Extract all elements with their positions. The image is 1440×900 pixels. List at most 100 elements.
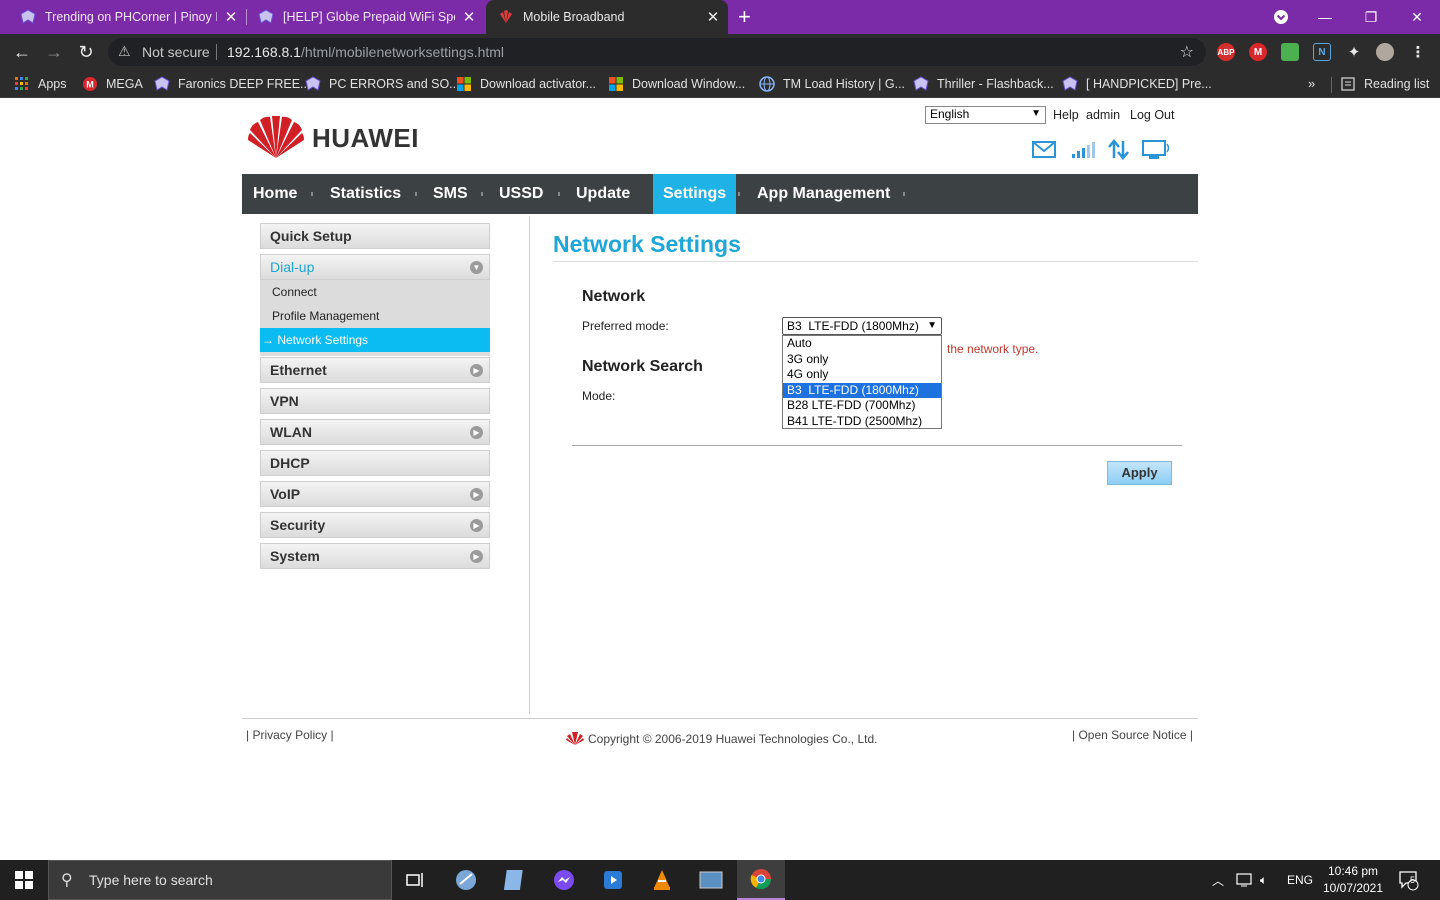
- tab-phcorner[interactable]: Trending on PHCorner | Pinoy Int ✕: [0, 0, 246, 34]
- volume-icon[interactable]: 🔈︎: [1260, 860, 1267, 900]
- url-host: 192.168.8.1: [227, 44, 301, 60]
- chevron-right-icon: ▶: [470, 426, 483, 439]
- option-b3-lte-fdd[interactable]: B3 LTE-FDD (1800Mhz): [783, 382, 941, 398]
- sidebar-item-quick-setup[interactable]: Quick Setup: [260, 223, 490, 249]
- sidebar-item-voip[interactable]: VoIP ▶: [260, 481, 490, 507]
- bookmark-faronics[interactable]: Faronics DEEP FREE...: [154, 70, 310, 98]
- sidebar-item-system[interactable]: System ▶: [260, 543, 490, 569]
- sidebar-item-label: Security: [270, 517, 326, 533]
- app-pinned-1-icon[interactable]: [442, 860, 490, 900]
- nav-app-management[interactable]: App Management: [747, 174, 900, 214]
- adblock-plus-icon[interactable]: ABP: [1217, 43, 1235, 61]
- help-link[interactable]: Help: [1053, 108, 1079, 122]
- task-view-icon[interactable]: [392, 860, 440, 900]
- close-tab-icon[interactable]: ✕: [223, 8, 239, 26]
- bookmark-download-window[interactable]: Download Window...: [608, 70, 745, 98]
- url-text[interactable]: 192.168.8.1/html/mobilenetworksettings.h…: [227, 44, 504, 60]
- vlc-icon[interactable]: [638, 860, 686, 900]
- nav-statistics[interactable]: Statistics: [320, 174, 411, 214]
- nav-sms[interactable]: SMS: [423, 174, 478, 214]
- option-b28-lte-fdd[interactable]: B28 LTE-FDD (700Mhz): [783, 398, 941, 414]
- language-select[interactable]: English ▼: [925, 106, 1046, 124]
- minimize-icon[interactable]: —: [1302, 0, 1348, 34]
- apply-button[interactable]: Apply: [1107, 461, 1172, 485]
- notifications-icon[interactable]: 5: [1398, 860, 1420, 900]
- nav-ussd[interactable]: USSD: [489, 174, 553, 214]
- close-tab-icon[interactable]: ✕: [461, 8, 477, 26]
- extensions-puzzle-icon[interactable]: ✦: [1345, 43, 1363, 61]
- mega-extension-icon[interactable]: M: [1249, 43, 1267, 61]
- bookmark-tm-load[interactable]: TM Load History | G...: [759, 70, 905, 98]
- close-tab-icon[interactable]: ✕: [705, 8, 721, 26]
- data-transfer-icon: [1108, 139, 1129, 160]
- option-auto[interactable]: Auto: [783, 336, 941, 352]
- browser-toolbar: ← → ↻ ⚠ Not secure 192.168.8.1/html/mobi…: [0, 34, 1440, 70]
- sidebar-item-dial-up[interactable]: Dial-up ▼: [260, 254, 490, 280]
- system-clock[interactable]: 10:46 pm 10/07/2021: [1318, 863, 1388, 897]
- bookmark-download-activator[interactable]: Download activator...: [456, 70, 596, 98]
- more-bookmarks-chevron-icon[interactable]: »: [1308, 76, 1315, 91]
- tab-mobile-broadband[interactable]: Mobile Broadband ✕: [486, 0, 728, 34]
- input-language[interactable]: ENG: [1287, 860, 1313, 900]
- main-navigation: Home Statistics SMS USSD Update Settings…: [242, 174, 1198, 214]
- address-bar[interactable]: ⚠ Not secure 192.168.8.1/html/mobilenetw…: [108, 38, 1206, 66]
- option-b41-lte-tdd[interactable]: B41 LTE-TDD (2500Mhz): [783, 414, 941, 430]
- sidebar-item-security[interactable]: Security ▶: [260, 512, 490, 538]
- extension-colorful-icon[interactable]: [1281, 43, 1299, 61]
- sidebar-subitem-connect[interactable]: Connect: [260, 280, 490, 304]
- notification-count: 5: [1410, 875, 1416, 885]
- tab-globe-help[interactable]: [HELP] Globe Prepaid WiFi Speed ✕: [238, 0, 486, 34]
- start-button[interactable]: [0, 860, 48, 900]
- reload-icon[interactable]: ↻: [74, 40, 98, 64]
- profile-menu-icon[interactable]: [1258, 0, 1304, 34]
- nav-update[interactable]: Update: [566, 174, 640, 214]
- reading-list-button[interactable]: Reading list: [1340, 70, 1429, 98]
- sidebar-item-ethernet[interactable]: Ethernet ▶: [260, 357, 490, 383]
- close-window-icon[interactable]: ✕: [1394, 0, 1440, 34]
- open-source-notice-link[interactable]: | Open Source Notice |: [1072, 728, 1193, 742]
- phcorner-favicon-icon: [258, 9, 274, 24]
- bookmark-mega[interactable]: M MEGA: [82, 70, 143, 98]
- sidebar-item-vpn[interactable]: VPN: [260, 388, 490, 414]
- bookmark-star-icon[interactable]: ☆: [1180, 42, 1194, 62]
- app-window-icon[interactable]: [687, 860, 735, 900]
- security-status[interactable]: Not secure: [142, 44, 210, 60]
- bookmarks-divider: [1331, 77, 1332, 93]
- taskbar-search-box[interactable]: ⚲ Type here to search: [48, 860, 392, 900]
- bookmark-handpicked[interactable]: [ HANDPICKED] Pre...: [1062, 70, 1212, 98]
- option-4g-only[interactable]: 4G only: [783, 367, 941, 383]
- sidebar-subitem-network-settings[interactable]: → Network Settings: [260, 328, 490, 352]
- new-tab-button[interactable]: +: [738, 4, 751, 30]
- privacy-policy-link[interactable]: | Privacy Policy |: [246, 728, 334, 742]
- windows-logo-icon: [609, 77, 623, 91]
- show-hidden-icons-chevron-icon[interactable]: ︿: [1212, 860, 1224, 900]
- profile-avatar[interactable]: [1376, 43, 1394, 61]
- network-status-icon[interactable]: [1236, 860, 1254, 900]
- copyright-text: Copyright © 2006-2019 Huawei Technologie…: [588, 732, 878, 746]
- restore-icon[interactable]: ❐: [1348, 0, 1394, 34]
- messenger-icon[interactable]: [540, 860, 588, 900]
- sidebar-subitem-profile-management[interactable]: Profile Management: [260, 304, 490, 328]
- bookmark-thriller[interactable]: Thriller - Flashback...: [913, 70, 1054, 98]
- warning-triangle-icon[interactable]: ⚠: [118, 43, 131, 60]
- back-arrow-icon[interactable]: ←: [10, 40, 34, 64]
- admin-link[interactable]: admin: [1086, 108, 1120, 122]
- hint-text: the network type.: [947, 342, 1039, 356]
- nav-home[interactable]: Home: [243, 174, 307, 214]
- bookmark-apps[interactable]: Apps: [14, 70, 67, 98]
- preferred-mode-select[interactable]: B3 LTE-FDD (1800Mhz) ▼: [782, 317, 942, 335]
- logout-link[interactable]: Log Out: [1130, 108, 1174, 122]
- media-player-icon[interactable]: [589, 860, 637, 900]
- preferred-mode-label: Preferred mode:: [582, 319, 669, 333]
- forward-arrow-icon[interactable]: →: [42, 40, 66, 64]
- nav-settings[interactable]: Settings: [653, 174, 737, 214]
- option-3g-only[interactable]: 3G only: [783, 352, 941, 368]
- extension-n-icon[interactable]: N: [1313, 43, 1331, 61]
- bookmark-pc-errors[interactable]: PC ERRORS and SO...: [305, 70, 460, 98]
- sidebar-item-label: WLAN: [270, 424, 312, 440]
- browser-menu-icon[interactable]: ⋮: [1409, 43, 1427, 61]
- app-pinned-2-icon[interactable]: [491, 860, 539, 900]
- chrome-icon[interactable]: [737, 860, 785, 900]
- sidebar-item-wlan[interactable]: WLAN ▶: [260, 419, 490, 445]
- sidebar-item-dhcp[interactable]: DHCP: [260, 450, 490, 476]
